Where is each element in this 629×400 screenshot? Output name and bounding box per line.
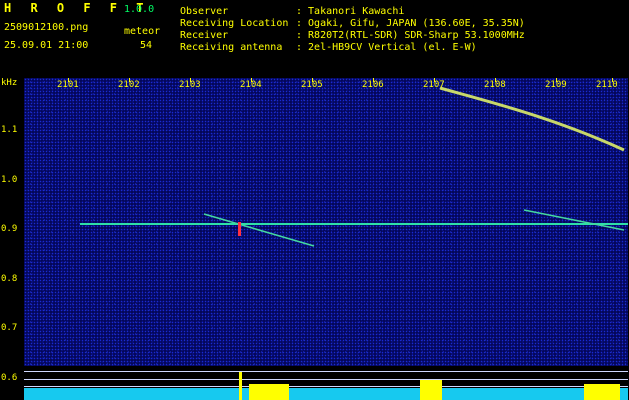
- mode-label: meteor: [124, 26, 161, 37]
- field-label-antenna: Receiving antenna: [180, 42, 283, 53]
- meteor-echo-trace: [203, 213, 315, 247]
- y-tick-label: 0.9: [1, 224, 18, 234]
- signal-traces: [80, 86, 628, 247]
- echo-highlight: [238, 222, 241, 236]
- x-tick-label: 2105: [301, 80, 323, 90]
- peak-bar: [420, 380, 442, 400]
- x-tick-label: 2107: [423, 80, 445, 90]
- meteor-count: 54: [140, 40, 153, 51]
- x-tick-label: 2106: [362, 80, 384, 90]
- field-label-receiver: Receiver: [180, 30, 229, 41]
- y-tick-label: 1.0: [1, 175, 18, 185]
- field-value-observer: : Takanori Kawachi: [296, 6, 405, 17]
- x-tick-label: 2109: [545, 80, 567, 90]
- x-tick-label: 2101: [57, 80, 79, 90]
- x-tick-label: 2102: [118, 80, 140, 90]
- app-version: 1.0.0: [124, 4, 155, 15]
- y-tick-label: 0.7: [1, 323, 18, 333]
- y-tick-label: 0.6: [1, 373, 18, 383]
- peak-bar: [239, 372, 242, 400]
- meteor-echo-trace: [439, 86, 625, 152]
- y-axis-unit: kHz: [1, 78, 18, 88]
- peak-bars: [239, 372, 620, 400]
- y-tick-label: 1.1: [1, 125, 18, 135]
- field-value-receiver: : R820T2(RTL-SDR) SDR-Sharp 53.1000MHz: [296, 30, 525, 41]
- filename: 2509012100.png: [4, 22, 89, 33]
- field-label-location: Receiving Location: [180, 18, 289, 29]
- y-axis: kHz 1.1 1.0 0.9 0.8 0.7 0.6: [0, 78, 24, 400]
- spectrogram-area: [24, 78, 628, 366]
- field-label-observer: Observer: [180, 6, 229, 17]
- x-tick-label: 2104: [240, 80, 262, 90]
- x-tick-label: 2103: [179, 80, 201, 90]
- peak-bar: [584, 384, 620, 400]
- datetime: 25.09.01 21:00: [4, 40, 89, 51]
- field-value-antenna: : 2el-HB9CV Vertical (el. E-W): [296, 42, 477, 53]
- peak-bar: [249, 384, 289, 400]
- meteor-echo-trace: [523, 209, 625, 231]
- header-panel: H R O F F T 1.0.0 2509012100.png meteor …: [0, 0, 629, 78]
- signal-strength-panel: [24, 366, 628, 400]
- field-value-location: : Ogaki, Gifu, JAPAN (136.60E, 35.35N): [296, 18, 525, 29]
- y-tick-label: 0.8: [1, 274, 18, 284]
- x-tick-label: 2108: [484, 80, 506, 90]
- x-tick-label: 2110: [596, 80, 618, 90]
